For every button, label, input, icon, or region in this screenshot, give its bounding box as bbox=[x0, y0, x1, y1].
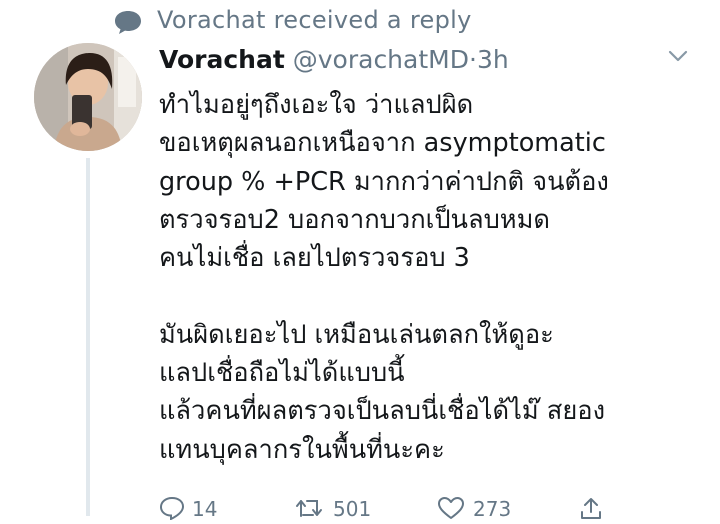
retweet-icon bbox=[296, 500, 322, 517]
tweet-line: group % +PCR มากกว่าค่าปกติ จนต้อง bbox=[159, 166, 609, 197]
tweet-header: Vorachat @vorachatMD·3h bbox=[159, 42, 509, 78]
tweet-line: แล้วคนที่ผลตรวจเป็นลบนี่เชื่อได้ไม๊ สยอง bbox=[159, 396, 606, 427]
tweet-line: แลปเชื่อถือไม่ได้แบบนี้ bbox=[159, 358, 405, 389]
chevron-down-icon[interactable] bbox=[667, 48, 689, 64]
user-handle[interactable]: @vorachatMD bbox=[293, 45, 469, 74]
reply-icon bbox=[159, 496, 185, 520]
tweet-actions: 14 501 273 bbox=[159, 494, 719, 524]
share-icon bbox=[581, 498, 601, 519]
tweet-line: ขอเหตุผลนอกเหนือจาก asymptomatic bbox=[159, 128, 606, 159]
speech-bubble-icon bbox=[115, 11, 141, 34]
timestamp[interactable]: 3h bbox=[477, 45, 509, 74]
like-count: 273 bbox=[473, 497, 512, 521]
tweet-line: คนไม่เชื่อ เลยไปตรวจรอบ 3 bbox=[159, 243, 470, 274]
display-name[interactable]: Vorachat bbox=[159, 45, 285, 74]
tweet-line: ทำไมอยู่ๆถึงเอะใจ ว่าแลปผิด bbox=[159, 90, 474, 120]
avatar[interactable] bbox=[34, 43, 142, 151]
thread-connector-line bbox=[86, 158, 90, 516]
reply-count: 14 bbox=[192, 497, 218, 521]
separator-dot: · bbox=[468, 45, 477, 74]
reply-context-text: Vorachat received a reply bbox=[157, 6, 472, 34]
heart-icon bbox=[438, 497, 464, 519]
reply-context: Vorachat received a reply bbox=[0, 4, 720, 38]
tweet-line: มันผิดเยอะไป เหมือนเล่นตลกให้ดูอะ bbox=[159, 319, 554, 350]
tweet-text: ทำไมอยู่ๆถึงเอะใจ ว่าแลปผิด ขอเหตุผลนอกเ… bbox=[159, 86, 707, 469]
retweet-count: 501 bbox=[333, 497, 372, 521]
avatar-photo bbox=[34, 43, 142, 151]
tweet-line: แทนบุคลากรในพื้นที่นะคะ bbox=[159, 434, 445, 465]
tweet-line: ตรวจรอบ2 บอกจากบวกเป็นลบหมด bbox=[159, 204, 550, 235]
